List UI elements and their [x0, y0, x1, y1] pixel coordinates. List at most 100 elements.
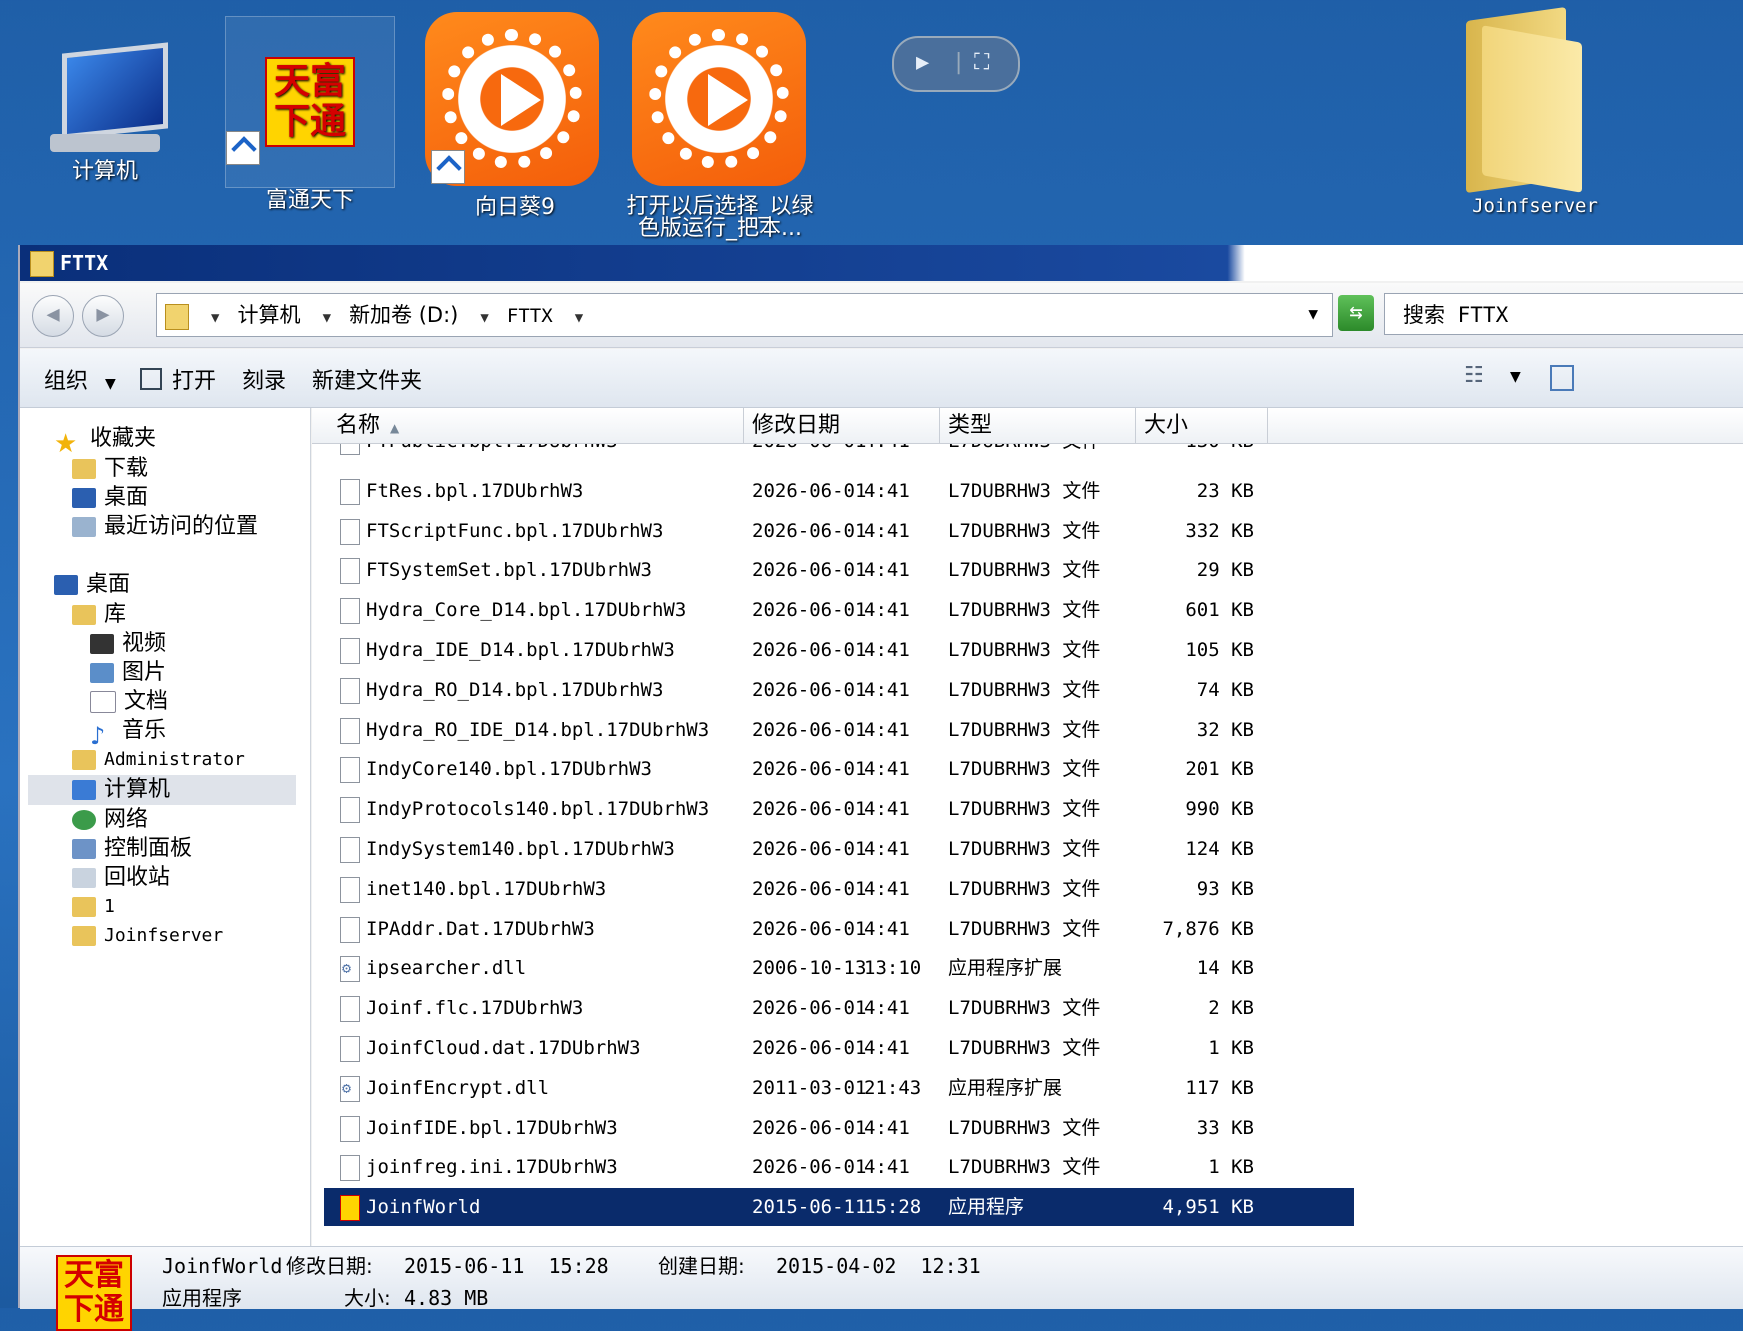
- file-date: 2011-03-01: [752, 1076, 867, 1099]
- desktop-icon-futong[interactable]: 天富下通 富通天下: [225, 16, 395, 213]
- file-row[interactable]: ipsearcher.dll 2006-10-1313:10 应用程序扩展 14 KB: [324, 949, 1354, 987]
- file-name: JoinfCloud.dat.17DUbrhW3: [366, 1037, 641, 1059]
- sidebar-item-favorites[interactable]: ★ 收藏夹: [54, 424, 156, 459]
- file-size: 1 KB: [1208, 1037, 1254, 1059]
- file-time: 4:41: [864, 1116, 910, 1139]
- desktop-icon-label: 向日葵9: [475, 195, 555, 220]
- address-box[interactable]: ▼ 计算机 ▼ 新加卷 (D:) ▼ FTTX ▼ ▼: [156, 293, 1333, 337]
- file-time: 4:41: [864, 599, 910, 622]
- file-row[interactable]: Hydra_IDE_D14.bpl.17DUbrhW3 2026-06-01 4:4…: [324, 631, 1354, 669]
- organize-button[interactable]: 组织 ▼: [44, 363, 116, 395]
- file-row[interactable]: IPAddr.Dat.17DUbrhW3 2026-06-01 4:41 L7DUBR…: [324, 910, 1354, 948]
- desktop-icon-sunlogin-green[interactable]: 打开以后选择_以绿色版运行_把本...: [620, 12, 820, 240]
- sidebar-item-pictures[interactable]: 图片: [90, 658, 166, 688]
- forward-button[interactable]: ▶: [82, 295, 124, 337]
- play-icon[interactable]: ▶: [916, 50, 929, 75]
- sidebar-item-desktop-fav[interactable]: 桌面: [72, 483, 148, 513]
- chevron-right-icon[interactable]: ▼: [480, 310, 488, 326]
- folder-icon: [72, 926, 96, 946]
- file-row[interactable]: JoinfIDE.bpl.17DUbrhW3 2026-06-01 4:41 L7DU…: [324, 1109, 1354, 1147]
- application-icon: [340, 1195, 360, 1222]
- sidebar-item-documents[interactable]: 文档: [90, 687, 168, 717]
- file-row[interactable]: inet140.bpl.17DUbrhW3 2026-06-01 4:41 L7DUB…: [324, 870, 1354, 908]
- column-header-type[interactable]: 类型: [940, 408, 1136, 444]
- file-type: L7DUBRHW3 文件: [948, 479, 1101, 502]
- file-row[interactable]: Joinf.flc.17DUbrhW3 2026-06-01 4:41 L7DUBRH…: [324, 989, 1354, 1027]
- desktop-icon-sunlogin[interactable]: 向日葵9: [425, 12, 605, 220]
- column-header-date[interactable]: 修改日期: [744, 408, 940, 444]
- file-time: 4:41: [864, 758, 910, 781]
- sidebar-item-videos[interactable]: 视频: [90, 629, 166, 659]
- chevron-right-icon[interactable]: ▼: [211, 310, 219, 326]
- back-button[interactable]: ◀: [32, 295, 74, 337]
- file-row[interactable]: joinfreg.ini.17DUbrhW3 2026-06-01 4:41 L7DU…: [324, 1148, 1354, 1186]
- sunlogin-icon: [632, 12, 806, 186]
- chevron-right-icon[interactable]: ▼: [323, 310, 331, 326]
- sidebar-item-desktop[interactable]: 桌面: [54, 570, 130, 600]
- desktop-icon-computer[interactable]: 计算机: [20, 40, 190, 184]
- sidebar-item-computer[interactable]: 计算机: [28, 775, 296, 805]
- file-date: 2015-06-11: [752, 1196, 867, 1219]
- file-row[interactable]: Hydra_RO_IDE_D14.bpl.17DUbrhW3 2026-06-01…: [324, 711, 1354, 749]
- file-row[interactable]: Hydra_RO_D14.bpl.17DUbrhW3 2026-06-01 4:41…: [324, 671, 1354, 709]
- sidebar-item-administrator[interactable]: Administrator: [72, 745, 245, 775]
- window-titlebar[interactable]: FTTX: [20, 245, 1743, 281]
- file-date: 2006-10-13: [752, 957, 867, 980]
- file-row[interactable]: Hydra_Core_D14.bpl.17DUbrhW3 2026-06-01 4:…: [324, 591, 1354, 629]
- file-type: L7DUBRHW3 文件: [948, 917, 1101, 940]
- sidebar-item-folder-1[interactable]: 1: [72, 892, 115, 922]
- file-row[interactable]: IndySystem140.bpl.17DUbrhW3 2026-06-01 4:4…: [324, 830, 1354, 868]
- sidebar-item-recent[interactable]: 最近访问的位置: [72, 512, 258, 542]
- sidebar-item-downloads[interactable]: 下载: [72, 454, 148, 484]
- file-time: 4:41: [864, 519, 910, 542]
- fullscreen-icon[interactable]: ⛶: [974, 50, 989, 75]
- open-button[interactable]: 打开: [140, 363, 216, 395]
- burn-button[interactable]: 刻录: [242, 363, 286, 395]
- recycle-bin-icon: [72, 868, 96, 888]
- file-size: 93 KB: [1196, 877, 1254, 900]
- picture-icon: [90, 663, 114, 683]
- view-options-icon[interactable]: ☷: [1464, 363, 1484, 388]
- file-time: 4:41: [864, 678, 910, 701]
- file-icon: [340, 757, 360, 784]
- breadcrumb-computer[interactable]: 计算机: [238, 294, 301, 336]
- chevron-down-icon[interactable]: ▼: [1510, 369, 1521, 385]
- file-time: 4:41: [864, 997, 910, 1020]
- file-row[interactable]: JoinfEncrypt.dll 2011-03-0121:43 应用程序扩展 117…: [324, 1069, 1354, 1107]
- sidebar-item-joinfserver[interactable]: Joinfserver: [72, 921, 223, 951]
- file-size: 105 KB: [1185, 639, 1254, 661]
- file-date: 2026-06-01: [752, 718, 867, 741]
- remote-control-pill[interactable]: ▶ | ⛶: [892, 36, 1020, 92]
- refresh-icon[interactable]: ⇆: [1338, 295, 1374, 331]
- sidebar-item-control-panel[interactable]: 控制面板: [72, 834, 192, 864]
- file-date: 2026-06-01: [752, 519, 867, 542]
- column-header-size[interactable]: 大小: [1136, 408, 1268, 444]
- sidebar-item-recycle-bin[interactable]: 回收站: [72, 863, 170, 893]
- preview-pane-icon[interactable]: [1550, 365, 1574, 391]
- breadcrumb-fttx[interactable]: FTTX: [507, 295, 553, 337]
- sidebar-item-libraries[interactable]: 库: [72, 600, 126, 630]
- file-row[interactable]: IndyProtocols140.bpl.17DUbrhW3 2026-06-01…: [324, 790, 1354, 828]
- file-type: L7DUBRHW3 文件: [948, 877, 1101, 900]
- file-row[interactable]: FTScriptFunc.bpl.17DUbrhW3 2026-06-01 4:41…: [324, 512, 1354, 550]
- file-icon: [340, 1155, 360, 1182]
- file-row[interactable]: JoinfWorld 2015-06-11 15:28 应用程序 4,951 KB: [324, 1188, 1354, 1227]
- file-date: 2026-06-01: [752, 1156, 867, 1179]
- column-header-name[interactable]: 名称 ▲: [312, 408, 744, 444]
- file-row[interactable]: FTSystemSet.bpl.17DUbrhW3 2026-06-01 4:41 L…: [324, 551, 1354, 589]
- file-time: 13:10: [864, 957, 922, 980]
- sidebar-item-network[interactable]: 网络: [72, 805, 148, 835]
- file-size: 124 KB: [1185, 838, 1254, 860]
- file-row[interactable]: IndyCore140.bpl.17DUbrhW3 2026-06-01 4:41 L…: [324, 750, 1354, 788]
- new-folder-button[interactable]: 新建文件夹: [312, 363, 422, 395]
- file-row[interactable]: FtRes.bpl.17DUbrhW3 2026-06-01 4:41 L7DUBRH…: [324, 472, 1354, 510]
- file-row[interactable]: JoinfCloud.dat.17DUbrhW3 2026-06-01 4:41 L7…: [324, 1029, 1354, 1067]
- chevron-down-icon[interactable]: ▼: [575, 310, 583, 326]
- sidebar-item-music[interactable]: ♪ 音乐: [90, 716, 166, 750]
- address-dropdown-icon[interactable]: ▼: [1308, 304, 1318, 323]
- breadcrumb-drive-d[interactable]: 新加卷 (D:): [349, 294, 458, 336]
- details-created-label: 创建日期:: [658, 1254, 745, 1278]
- file-type: L7DUBRHW3 文件: [948, 519, 1101, 542]
- search-input[interactable]: 搜索 FTTX: [1384, 293, 1743, 335]
- file-date: 2026-06-01: [752, 479, 867, 502]
